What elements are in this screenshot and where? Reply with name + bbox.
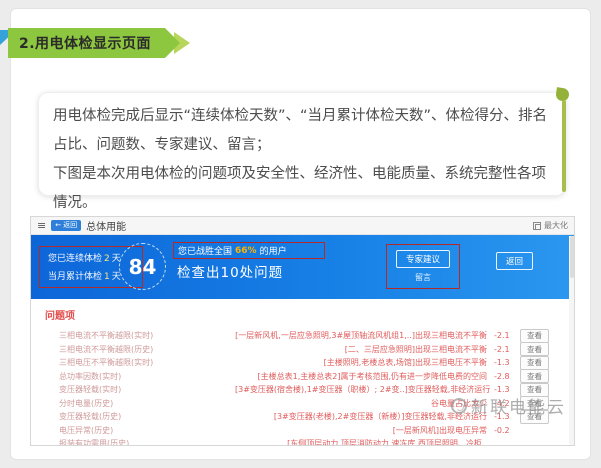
problem-score: -0.2 <box>494 426 520 435</box>
problem-row: 变压器轻载(历史) [3#变压器(老楼),2#变压器（新楼）]变压器轻载,非经济… <box>45 410 564 424</box>
problem-description: [东侧顶层动力,顶层消防动力,速冻库,西顶层照明、冷柜.. <box>235 438 494 446</box>
problem-description: [一层新风机]出现电压异常 <box>235 425 494 436</box>
problem-name: 报装有功需用(历史) <box>45 438 235 446</box>
menu-icon[interactable]: ≡ <box>37 220 46 231</box>
problem-row: 三相电压不平衡越限(实时) [主楼照明,老楼总表,场馆]出现三相电压不平衡 -1… <box>45 356 564 370</box>
vertical-scrollbar[interactable] <box>569 236 574 445</box>
problem-score: -1.3 <box>494 358 520 367</box>
month-value: 1 <box>104 272 110 282</box>
message-link[interactable]: 留言 <box>415 272 431 283</box>
problem-action-cell: 查看 <box>520 410 564 424</box>
problems-section: 问题项 三相电流不平衡越限(实时) [一层新风机,一层应急照明,3#屋顶轴流风机… <box>31 299 574 446</box>
back-badge-label: 返回 <box>63 220 77 231</box>
page-title: 总体用能 <box>86 218 126 233</box>
streak-label: 您已连续体检 <box>48 254 102 264</box>
problem-name: 三相电压不平衡越限(实时) <box>45 357 235 368</box>
view-button[interactable]: 查看 <box>520 356 549 370</box>
description-line-2: 下图是本次用电体检的问题项及安全性、经济性、电能质量、系统完整性各项情况。 <box>53 160 551 218</box>
problem-row: 总功率因数(实时) [主楼总表1,主楼总表2]属于考核范围,仍有进一步降低电费的… <box>45 370 564 384</box>
view-button[interactable]: 查看 <box>520 383 549 397</box>
beat-percent-annotation: 您已战胜全国 66% 的用户 <box>173 242 325 259</box>
problem-row: 三相电流不平衡越限(实时) [一层新风机,一层应急照明,3#屋顶轴流风机组1,.… <box>45 329 564 343</box>
problem-name: 变压器轻载(历史) <box>45 411 235 422</box>
back-badge[interactable]: ←返回 <box>51 220 81 231</box>
problem-description: [3#变压器(老楼),2#变压器（新楼）]变压器轻载,非经济运行 <box>235 411 494 422</box>
month-label: 当月累计体检 <box>48 272 102 282</box>
problem-row: 报装有功需用(历史) [东侧顶层动力,顶层消防动力,速冻库,西顶层照明、冷柜.. <box>45 437 564 446</box>
problem-description: [3#变压器(宿舍楼),1#变压器（职楼）; 2#变..]变压器轻载,非经济运行 <box>235 384 494 395</box>
view-button[interactable]: 查看 <box>520 369 549 383</box>
description-line-1: 用电体检完成后显示“连续体检天数”、“当月累计体检天数”、体检得分、排名占比、问… <box>53 102 551 160</box>
scrollbar-thumb[interactable] <box>570 236 574 278</box>
problem-row: 三相电流不平衡越限(历史) [二、三层应急照明]出现三相电流不平衡 -2.1 查… <box>45 343 564 357</box>
problem-row: 变压器轻载(实时) [3#变压器(宿舍楼),1#变压器（职楼）; 2#变..]变… <box>45 383 564 397</box>
problem-row: 分时电量(历史) 谷电量占比太少 -4.2 查看 <box>45 397 564 411</box>
beat-prefix: 您已战胜全国 <box>178 244 232 257</box>
problem-action-cell: 查看 <box>520 342 564 356</box>
back-arrow-icon: ← <box>55 220 61 231</box>
problem-description: [主楼总表1,主楼总表2]属于考核范围,仍有进一步降低电费的空间 <box>235 371 494 382</box>
section-ribbon: 2.用电体检显示页面 <box>8 28 190 58</box>
problem-action-cell: 查看 <box>520 329 564 343</box>
beat-percent: 66% <box>235 246 257 256</box>
problem-name: 分时电量(历史) <box>45 398 235 409</box>
return-button[interactable]: 返回 <box>496 252 533 270</box>
problems-section-title: 问题项 <box>45 307 564 322</box>
problem-name: 电压异常(历史) <box>45 425 235 436</box>
problem-score: -2.1 <box>494 345 520 354</box>
problem-name: 变压器轻载(实时) <box>45 384 235 395</box>
problem-description: [二、三层应急照明]出现三相电流不平衡 <box>235 344 494 355</box>
beat-suffix: 的用户 <box>260 244 287 257</box>
section-title: 2.用电体检显示页面 <box>8 28 180 58</box>
view-button[interactable]: 查看 <box>520 342 549 356</box>
streak-value: 2 <box>104 254 110 264</box>
problem-score: -1.3 <box>494 385 520 394</box>
problem-score: -2.8 <box>494 372 520 381</box>
maximize-icon <box>533 222 541 230</box>
problem-action-cell: 查看 <box>520 369 564 383</box>
problem-name: 总功率因数(实时) <box>45 371 235 382</box>
app-toolbar: ≡ ←返回 总体用能 最大化 <box>31 217 574 235</box>
problem-description: [一层新风机,一层应急照明,3#屋顶轴流风机组1,..]出现三相电流不平衡 <box>235 330 494 341</box>
maximize-control[interactable]: 最大化 <box>533 220 568 231</box>
expert-advice-button[interactable]: 专家建议 <box>396 250 450 268</box>
problem-action-cell: 查看 <box>520 356 564 370</box>
view-button[interactable]: 查看 <box>520 396 549 410</box>
problem-row: 电压异常(历史) [一层新风机]出现电压异常 -0.2 <box>45 424 564 438</box>
problems-list: 三相电流不平衡越限(实时) [一层新风机,一层应急照明,3#屋顶轴流风机组1,.… <box>45 329 564 446</box>
green-line-decoration <box>562 100 566 192</box>
health-score-circle: 84 <box>119 243 166 290</box>
problem-description: 谷电量占比太少 <box>235 398 494 409</box>
problems-count: 检查出10处问题 <box>177 261 283 281</box>
problem-name: 三相电流不平衡越限(历史) <box>45 344 235 355</box>
problem-score: -1.3 <box>494 412 520 421</box>
view-button[interactable]: 查看 <box>520 329 549 343</box>
problem-action-cell: 查看 <box>520 383 564 397</box>
problem-score: -4.2 <box>494 399 520 408</box>
expert-annotation: 专家建议 留言 <box>386 244 460 289</box>
problem-name: 三相电流不平衡越限(实时) <box>45 330 235 341</box>
maximize-label: 最大化 <box>544 220 568 231</box>
problem-action-cell: 查看 <box>520 396 564 410</box>
problem-score: -2.1 <box>494 331 520 340</box>
health-check-header: 您已连续体检2天 当月累计体检1天 84 您已战胜全国 66% 的用户 检查出1… <box>31 235 574 299</box>
description-box: 用电体检完成后显示“连续体检天数”、“当月累计体检天数”、体检得分、排名占比、问… <box>38 92 566 196</box>
app-screenshot: ≡ ←返回 总体用能 最大化 您已连续体检2天 当月累计体检1天 84 您已战胜… <box>30 216 575 446</box>
view-button[interactable]: 查看 <box>520 410 549 424</box>
problem-description: [主楼照明,老楼总表,场馆]出现三相电压不平衡 <box>235 357 494 368</box>
